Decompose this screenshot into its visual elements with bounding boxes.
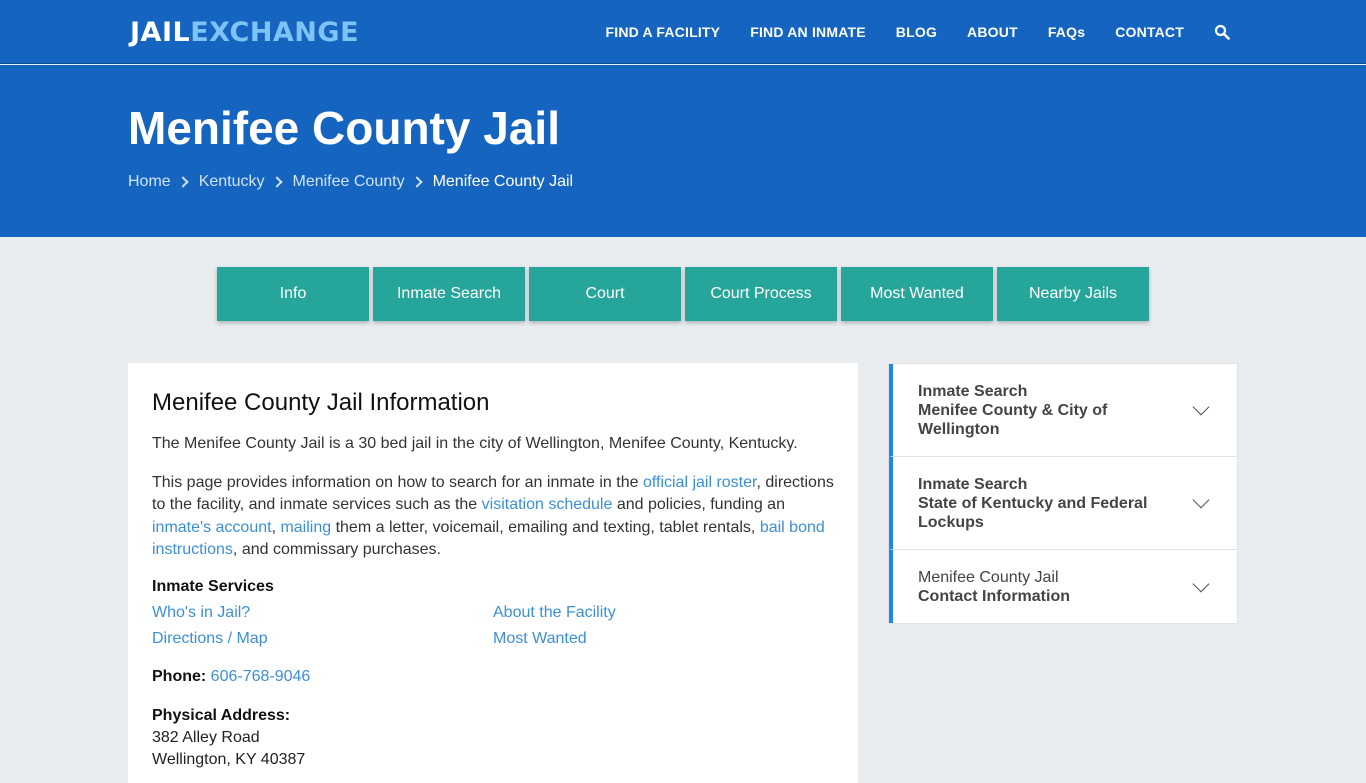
inmate-services-links: Who's in Jail? About the Facility Direct… — [152, 602, 834, 650]
info-card: Menifee County Jail Information The Meni… — [128, 363, 858, 783]
chevron-right-icon — [177, 176, 189, 188]
site-logo[interactable]: JAILEXCHANGE — [130, 17, 359, 49]
page-title: Menifee County Jail — [128, 102, 560, 154]
chevron-right-icon — [410, 176, 423, 188]
breadcrumb-current: Menifee County Jail — [432, 173, 574, 190]
section-tabs: Info Inmate Search Court Court Process M… — [217, 267, 1153, 321]
tab-inmate-search[interactable]: Inmate Search — [373, 267, 525, 321]
nav-about[interactable]: ABOUT — [967, 24, 1018, 40]
accordion-line2: Menifee County & City of Wellington — [918, 402, 1108, 438]
tab-most-wanted[interactable]: Most Wanted — [841, 267, 993, 321]
sidebar-accordion: Inmate Search Menifee County & City of W… — [888, 363, 1238, 624]
breadcrumb: Home Kentucky Menifee County Menifee Cou… — [128, 173, 573, 191]
address-label: Physical Address: — [152, 706, 291, 724]
tab-court[interactable]: Court — [529, 267, 681, 321]
text-segment: and policies, funding an — [612, 496, 785, 513]
info-heading: Menifee County Jail Information — [152, 389, 490, 416]
top-navbar: JAILEXCHANGE FIND A FACILITY FIND AN INM… — [0, 0, 1366, 64]
tab-court-process[interactable]: Court Process — [685, 267, 837, 321]
accordion-line1: Inmate Search — [918, 383, 1028, 400]
breadcrumb-county[interactable]: Menifee County — [293, 173, 405, 191]
breadcrumb-state[interactable]: Kentucky — [199, 173, 265, 191]
mailing-link[interactable]: mailing — [280, 519, 331, 536]
nav-faqs[interactable]: FAQs — [1048, 24, 1085, 40]
nav-find-facility[interactable]: FIND A FACILITY — [605, 24, 720, 40]
address-line-1: 382 Alley Road — [152, 728, 260, 746]
official-jail-roster-link[interactable]: official jail roster — [643, 474, 757, 491]
text-segment: , and commissary purchases. — [232, 541, 441, 558]
chevron-down-icon — [1192, 398, 1210, 416]
text-segment: them a letter, voicemail, emailing and t… — [331, 518, 760, 536]
text-segment: This page provides information on how to… — [152, 473, 643, 491]
accordion-line1: Inmate Search — [918, 476, 1028, 493]
inmate-services-title: Inmate Services — [152, 577, 274, 595]
accordion-inmate-search-state[interactable]: Inmate Search State of Kentucky and Fede… — [889, 457, 1237, 550]
main-nav: FIND A FACILITY FIND AN INMATE BLOG ABOU… — [575, 0, 1230, 64]
visitation-schedule-link[interactable]: visitation schedule — [482, 496, 613, 513]
nav-blog[interactable]: BLOG — [896, 24, 937, 40]
chevron-down-icon — [1192, 491, 1210, 509]
breadcrumb-home[interactable]: Home — [128, 173, 171, 191]
whos-in-jail-link[interactable]: Who's in Jail? — [152, 602, 493, 624]
logo-part-jail: JAIL — [130, 17, 191, 48]
directions-map-link[interactable]: Directions / Map — [152, 628, 493, 650]
info-description: This page provides information on how to… — [152, 472, 834, 562]
phone-field: Phone: 606-768-9046 — [152, 666, 834, 688]
phone-label: Phone: — [152, 667, 207, 685]
address-line-2: Wellington, KY 40387 — [152, 750, 306, 768]
tab-info[interactable]: Info — [217, 267, 369, 321]
accordion-line2: Contact Information — [918, 588, 1070, 605]
nav-find-inmate[interactable]: FIND AN INMATE — [750, 24, 866, 40]
chevron-down-icon — [1192, 575, 1210, 592]
phone-link[interactable]: 606-768-9046 — [211, 668, 311, 685]
most-wanted-link[interactable]: Most Wanted — [493, 628, 793, 650]
about-facility-link[interactable]: About the Facility — [493, 602, 793, 624]
logo-part-exchange: EXCHANGE — [190, 17, 360, 48]
address-field: Physical Address: 382 Alley Road Welling… — [152, 705, 834, 771]
search-icon[interactable] — [1214, 24, 1230, 40]
tab-nearby-jails[interactable]: Nearby Jails — [997, 267, 1149, 321]
info-intro: The Menifee County Jail is a 30 bed jail… — [152, 435, 798, 452]
nav-contact[interactable]: CONTACT — [1115, 24, 1184, 40]
inmate-account-link[interactable]: inmate's account — [152, 519, 272, 536]
chevron-right-icon — [270, 176, 283, 188]
accordion-contact-info[interactable]: Menifee County Jail Contact Information — [889, 550, 1237, 623]
accordion-line1: Menifee County Jail — [918, 569, 1059, 586]
page-hero: Menifee County Jail Home Kentucky Menife… — [0, 65, 1366, 237]
accordion-inmate-search-county[interactable]: Inmate Search Menifee County & City of W… — [889, 364, 1237, 457]
accordion-line2: State of Kentucky and Federal Lockups — [918, 495, 1148, 531]
